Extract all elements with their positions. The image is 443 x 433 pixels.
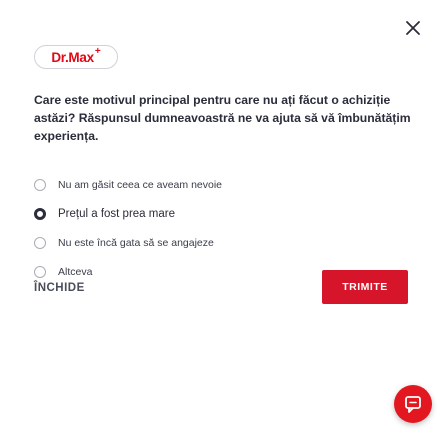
- chat-icon: [405, 396, 421, 413]
- survey-options: Nu am găsit ceea ce aveam nevoie Prețul …: [34, 170, 414, 286]
- radio-button[interactable]: [34, 178, 46, 191]
- radio-button[interactable]: [34, 265, 46, 278]
- option-not-ready[interactable]: Nu este încă gata să se angajeze: [34, 228, 414, 257]
- logo-plus: +: [94, 45, 101, 57]
- submit-button[interactable]: TRIMITE: [322, 270, 408, 304]
- option-label: Prețul a fost prea mare: [58, 207, 175, 220]
- option-label: Nu am găsit ceea ce aveam nevoie: [58, 178, 223, 191]
- close-survey-button[interactable]: ÎNCHIDE: [34, 282, 85, 294]
- radio-button-selected[interactable]: [34, 207, 46, 220]
- close-icon: [406, 21, 420, 35]
- logo-text: Dr.Max: [51, 49, 94, 65]
- radio-button[interactable]: [34, 236, 46, 249]
- option-label: Altceva: [58, 265, 93, 278]
- dialog-close-button[interactable]: [399, 14, 427, 42]
- chat-button[interactable]: [394, 385, 432, 423]
- survey-question: Care este motivul principal pentru care …: [34, 93, 411, 143]
- option-price-too-high[interactable]: Prețul a fost prea mare: [34, 199, 414, 228]
- option-label: Nu este încă gata să se angajeze: [58, 236, 214, 249]
- option-not-found[interactable]: Nu am găsit ceea ce aveam nevoie: [34, 170, 414, 199]
- drmax-logo: Dr.Max +: [34, 45, 118, 69]
